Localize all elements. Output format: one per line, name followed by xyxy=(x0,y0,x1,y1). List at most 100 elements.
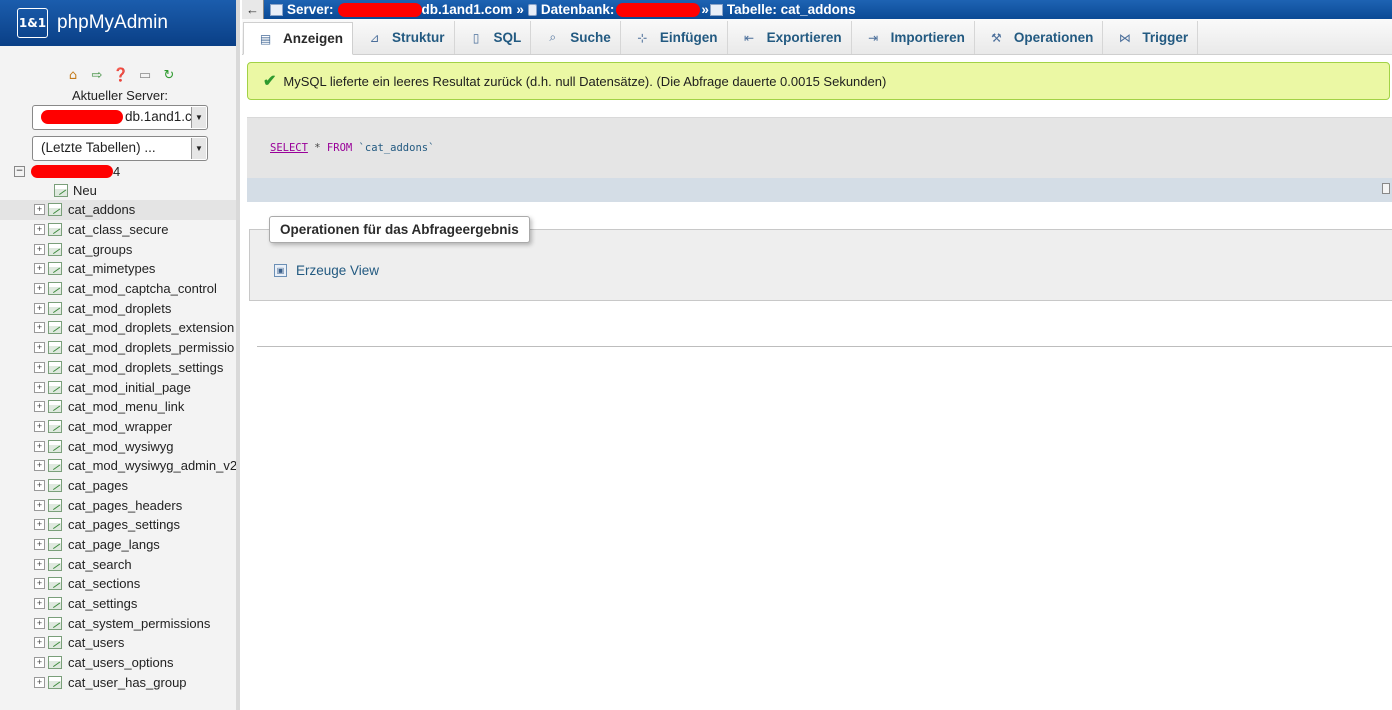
exit-icon[interactable]: ⇨ xyxy=(88,66,106,84)
docs-icon[interactable]: ▭ xyxy=(136,66,154,84)
table-item-label[interactable]: cat_pages_settings xyxy=(68,517,180,532)
table-icon[interactable] xyxy=(48,557,62,571)
recent-tables-select[interactable]: (Letzte Tabellen) ... ▼ xyxy=(32,136,208,161)
new-table-item[interactable]: Neu xyxy=(0,180,239,200)
create-view-link[interactable]: ▣ Erzeuge View xyxy=(274,263,379,278)
expand-icon[interactable]: + xyxy=(34,539,45,551)
table-icon[interactable] xyxy=(48,478,62,492)
expand-icon[interactable]: + xyxy=(34,263,45,275)
home-icon[interactable]: ⌂ xyxy=(64,66,82,84)
table-item[interactable]: + cat_mod_droplets_settings xyxy=(0,358,239,378)
table-item[interactable]: + cat_addons xyxy=(0,200,239,220)
tab-struktur[interactable]: ⊿ Struktur xyxy=(353,21,455,54)
table-icon[interactable] xyxy=(48,282,62,296)
table-item[interactable]: + cat_pages_settings xyxy=(0,515,239,535)
table-item[interactable]: + cat_groups xyxy=(0,239,239,259)
expand-icon[interactable]: + xyxy=(34,676,45,688)
expand-icon[interactable]: + xyxy=(34,440,45,452)
database-node[interactable]: − 4 xyxy=(0,162,239,180)
table-item-label[interactable]: cat_mod_wysiwyg_admin_v2 xyxy=(68,458,237,473)
resize-handle[interactable] xyxy=(236,0,240,710)
collapse-icon[interactable]: − xyxy=(14,165,25,177)
table-icon[interactable] xyxy=(48,242,62,256)
brand-header[interactable]: 1&1 phpMyAdmin xyxy=(0,0,239,46)
table-item-label[interactable]: cat_system_permissions xyxy=(68,616,210,631)
table-item[interactable]: + cat_page_langs xyxy=(0,535,239,555)
sql-keyword-select[interactable]: SELECT xyxy=(270,142,308,154)
expand-icon[interactable]: + xyxy=(34,224,45,236)
table-item-label[interactable]: cat_mod_captcha_control xyxy=(68,281,217,296)
breadcrumb-table-label[interactable]: Tabelle: cat_addons xyxy=(727,2,856,17)
table-item[interactable]: + cat_mod_wysiwyg xyxy=(0,436,239,456)
expand-icon[interactable]: + xyxy=(34,322,45,334)
table-icon[interactable] xyxy=(48,419,62,433)
table-icon[interactable] xyxy=(48,360,62,374)
expand-icon[interactable]: + xyxy=(34,657,45,669)
table-icon[interactable] xyxy=(48,203,62,217)
tab-importieren[interactable]: ⇥ Importieren xyxy=(852,21,975,54)
table-item-label[interactable]: cat_mod_droplets_permissio xyxy=(68,340,234,355)
database-name[interactable]: 4 xyxy=(31,164,120,179)
table-icon[interactable] xyxy=(48,675,62,689)
table-item-label[interactable]: cat_class_secure xyxy=(68,222,168,237)
tab-operationen[interactable]: ⚒ Operationen xyxy=(975,21,1104,54)
table-item[interactable]: + cat_search xyxy=(0,554,239,574)
table-item-label[interactable]: cat_mod_initial_page xyxy=(68,380,191,395)
table-item-label[interactable]: cat_settings xyxy=(68,596,137,611)
expand-icon[interactable]: + xyxy=(34,243,45,255)
tab-einfügen[interactable]: ⊹ Einfügen xyxy=(621,21,728,54)
table-item-label[interactable]: cat_users xyxy=(68,635,124,650)
table-icon[interactable] xyxy=(48,341,62,355)
expand-icon[interactable]: + xyxy=(34,519,45,531)
breadcrumb-database-label[interactable]: Datenbank: xyxy=(541,2,615,17)
table-icon[interactable] xyxy=(48,262,62,276)
breadcrumb-server-label[interactable]: Server: xyxy=(287,2,334,17)
expand-icon[interactable]: + xyxy=(34,420,45,432)
table-icon[interactable] xyxy=(48,538,62,552)
table-item[interactable]: + cat_system_permissions xyxy=(0,613,239,633)
table-item[interactable]: + cat_mod_wysiwyg_admin_v2 xyxy=(0,456,239,476)
table-item[interactable]: + cat_user_has_group xyxy=(0,673,239,693)
table-item-label[interactable]: cat_pages_headers xyxy=(68,498,182,513)
table-item[interactable]: + cat_pages_headers xyxy=(0,495,239,515)
tab-sql[interactable]: ▯ SQL xyxy=(455,21,532,54)
table-icon[interactable] xyxy=(48,597,62,611)
table-item[interactable]: + cat_users xyxy=(0,633,239,653)
table-item[interactable]: + cat_mod_droplets_extension xyxy=(0,318,239,338)
table-item-label[interactable]: cat_groups xyxy=(68,242,132,257)
expand-icon[interactable]: + xyxy=(34,617,45,629)
table-icon[interactable] xyxy=(48,301,62,315)
table-item-label[interactable]: cat_mod_droplets_settings xyxy=(68,360,223,375)
table-icon[interactable] xyxy=(48,518,62,532)
expand-icon[interactable]: + xyxy=(34,204,45,216)
table-item[interactable]: + cat_users_options xyxy=(0,653,239,673)
table-item-label[interactable]: cat_user_has_group xyxy=(68,675,187,690)
edit-icon[interactable] xyxy=(1382,183,1390,194)
server-select[interactable]: db.1and1.c ▼ xyxy=(32,105,208,130)
table-item[interactable]: + cat_mod_droplets_permissio xyxy=(0,338,239,358)
table-icon[interactable] xyxy=(48,439,62,453)
table-item[interactable]: + cat_mimetypes xyxy=(0,259,239,279)
table-item[interactable]: + cat_mod_droplets xyxy=(0,298,239,318)
back-arrow-icon[interactable]: ← xyxy=(242,0,264,19)
table-icon[interactable] xyxy=(48,380,62,394)
table-item-label[interactable]: cat_page_langs xyxy=(68,537,160,552)
table-icon[interactable] xyxy=(48,321,62,335)
table-icon[interactable] xyxy=(48,498,62,512)
help-icon[interactable]: ❓ xyxy=(112,66,130,84)
table-item-label[interactable]: cat_mimetypes xyxy=(68,261,155,276)
table-item-label[interactable]: cat_addons xyxy=(68,202,135,217)
table-item-label[interactable]: cat_mod_menu_link xyxy=(68,399,184,414)
table-item[interactable]: + cat_mod_initial_page xyxy=(0,377,239,397)
table-item[interactable]: + cat_mod_wrapper xyxy=(0,417,239,437)
table-item-label[interactable]: cat_sections xyxy=(68,576,140,591)
expand-icon[interactable]: + xyxy=(34,637,45,649)
expand-icon[interactable]: + xyxy=(34,479,45,491)
expand-icon[interactable]: + xyxy=(34,499,45,511)
table-item-label[interactable]: cat_mod_droplets_extension xyxy=(68,320,234,335)
expand-icon[interactable]: + xyxy=(34,460,45,472)
table-item[interactable]: + cat_mod_captcha_control xyxy=(0,279,239,299)
table-item[interactable]: + cat_class_secure xyxy=(0,220,239,240)
table-icon[interactable] xyxy=(48,223,62,237)
expand-icon[interactable]: + xyxy=(34,558,45,570)
